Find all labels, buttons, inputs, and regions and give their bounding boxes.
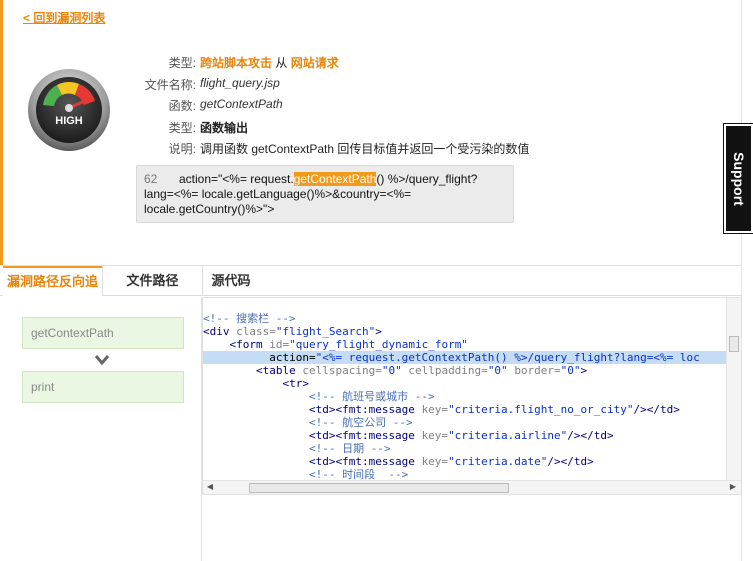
filename-value: flight_query.jsp — [200, 76, 280, 90]
trace-node-getcontextpath[interactable]: getContextPath — [22, 317, 184, 349]
scroll-left-icon[interactable]: ◀ — [205, 482, 215, 492]
code-line: <!-- 搜索栏 --> — [203, 312, 296, 325]
info-label-type2: 类型: — [168, 121, 196, 135]
code-line: <td><fmt:message key="criteria.flight_no… — [308, 403, 680, 416]
snippet-text: () %>/query_flight? — [376, 172, 478, 186]
info-value-type: 跨站脚本攻击 从 网站请求 — [200, 54, 339, 71]
chevron-down-icon — [94, 355, 110, 366]
sink-type-value: 函数输出 — [200, 121, 249, 135]
source-origin-value[interactable]: 网站请求 — [291, 56, 339, 70]
snippet-line: locale.getCountry()%>"> — [144, 202, 275, 216]
horizontal-scroll-thumb[interactable] — [249, 483, 509, 493]
tab-source-code[interactable]: 源代码 — [203, 266, 259, 296]
info-label-type: 类型: — [168, 56, 196, 70]
info-connector: 从 — [272, 56, 291, 70]
scroll-right-icon[interactable]: ▶ — [728, 482, 738, 492]
vertical-scrollbar[interactable] — [726, 298, 741, 481]
code-snippet: 62 action="<%= request.getContextPath() %… — [136, 165, 514, 223]
code-line: action="<%= request.getContextPath() %>/… — [203, 351, 727, 364]
severity-gauge-icon: HIGH — [27, 68, 111, 152]
code-line: <!-- 日期 --> — [308, 442, 391, 455]
tab-trace-path[interactable]: 漏洞路径反向追 — [3, 266, 102, 296]
code-line: <table cellspacing="0" cellpadding="0" b… — [255, 364, 588, 377]
code-line: <form id="query_flight_dynamic_form" — [229, 338, 468, 351]
source-code-viewer[interactable]: <!-- 搜索栏 --> <div class="flight_Search"> … — [202, 297, 742, 495]
code-lines: <!-- 搜索栏 --> <div class="flight_Search"> … — [203, 312, 727, 481]
code-line: <div class="flight_Search"> — [203, 325, 382, 338]
snippet-highlight: getContextPath — [293, 172, 377, 186]
tab-file-path[interactable]: 文件路径 — [103, 266, 202, 296]
vertical-scroll-thumb[interactable] — [729, 336, 739, 352]
code-line: <td><fmt:message key="criteria.airline"/… — [308, 429, 614, 442]
support-tab-label: Support — [730, 151, 747, 206]
code-line: <td><fmt:message key="criteria.date"/></… — [308, 455, 594, 468]
info-label-filename: 文件名称: — [144, 78, 196, 92]
snippet-line: lang=<%= locale.getLanguage()%>&country=… — [144, 187, 412, 201]
trace-node-print[interactable]: print — [22, 371, 184, 403]
snippet-line-number: 62 — [144, 172, 158, 186]
description-value: 调用函数 getContextPath 回传目标值并返回一个受污染的数值 — [200, 142, 530, 156]
back-to-list-link[interactable]: < 回到漏洞列表 — [23, 9, 105, 26]
source-type-value[interactable]: 跨站脚本攻击 — [200, 56, 272, 70]
horizontal-scrollbar[interactable]: ◀ ▶ — [203, 480, 741, 494]
code-line: <tr> — [282, 377, 309, 390]
severity-label: HIGH — [55, 115, 83, 127]
support-tab[interactable]: Support — [723, 123, 753, 234]
info-label-function: 函数: — [168, 99, 196, 113]
function-value: getContextPath — [200, 97, 283, 111]
accent-border — [0, 0, 3, 266]
tab-bar: 漏洞路径反向追 文件路径 源代码 — [0, 266, 742, 296]
info-label-desc: 说明: — [168, 142, 196, 156]
code-line: <!-- 航空公司 --> — [308, 416, 413, 429]
snippet-text: action="<%= request. — [179, 172, 294, 186]
code-line: <!-- 航班号或城市 --> — [308, 390, 435, 403]
